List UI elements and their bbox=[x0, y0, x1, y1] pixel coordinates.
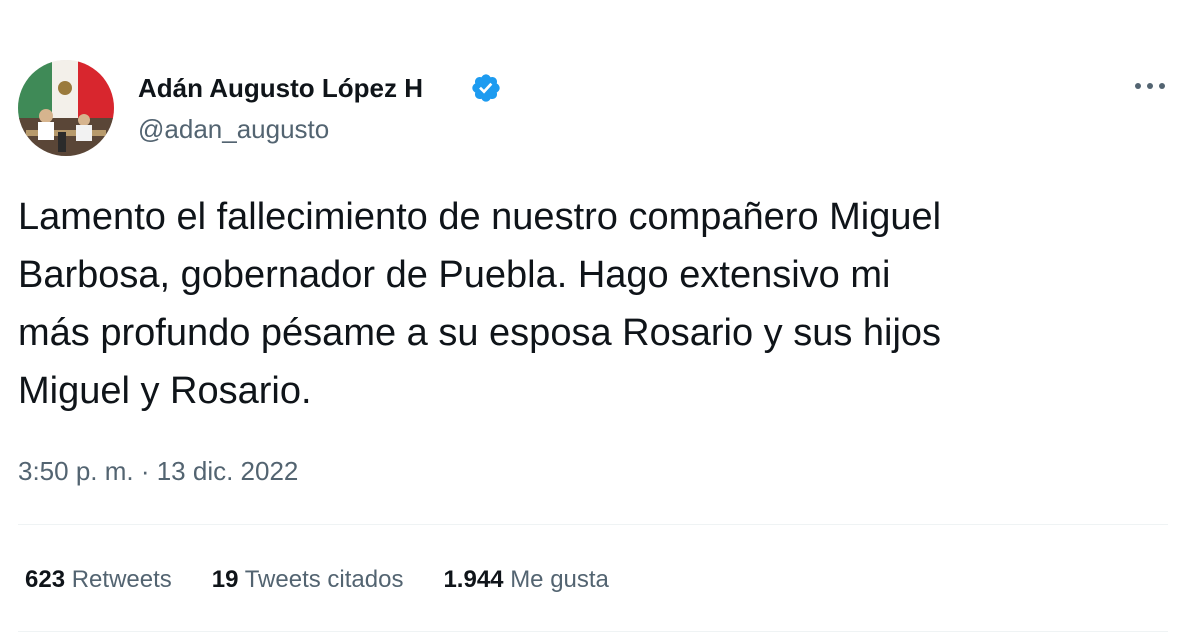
author-avatar[interactable] bbox=[18, 60, 114, 156]
verified-badge-icon bbox=[470, 72, 502, 104]
author-username[interactable]: @adan_augusto bbox=[138, 113, 329, 145]
tweet-card: Adán Augusto López H @adan_augusto Lamen… bbox=[0, 0, 1200, 634]
author-display-name[interactable]: Adán Augusto López H bbox=[138, 72, 423, 104]
likes-count: 1.944 bbox=[443, 566, 504, 593]
retweets-label: Retweets bbox=[71, 566, 172, 593]
more-options-icon[interactable] bbox=[1130, 74, 1170, 98]
tweet-text-line: Miguel y Rosario. bbox=[18, 370, 312, 412]
quotes-label: Tweets citados bbox=[244, 566, 404, 593]
tweet-text: Lamento el fallecimiento de nuestro comp… bbox=[18, 188, 1188, 420]
retweets-stat[interactable]: 623 Retweets bbox=[25, 563, 172, 597]
quotes-stat[interactable]: 19 Tweets citados bbox=[212, 563, 404, 597]
tweet-text-line: Barbosa, gobernador de Puebla. Hago exte… bbox=[18, 254, 891, 296]
tweet-timestamp[interactable]: 3:50 p. m. · 13 dic. 2022 bbox=[18, 454, 298, 488]
tweet-text-line: Lamento el fallecimiento de nuestro comp… bbox=[18, 196, 942, 238]
divider bbox=[18, 524, 1168, 525]
engagement-stats: 623 Retweets 19 Tweets citados 1.944 Me … bbox=[25, 563, 649, 597]
likes-label: Me gusta bbox=[510, 566, 609, 593]
retweets-count: 623 bbox=[25, 566, 66, 593]
divider bbox=[18, 631, 1168, 632]
avatar-photo bbox=[18, 60, 114, 156]
quotes-count: 19 bbox=[211, 566, 239, 593]
likes-stat[interactable]: 1.944 Me gusta bbox=[443, 563, 608, 597]
tweet-text-line: más profundo pésame a su esposa Rosario … bbox=[18, 312, 942, 354]
